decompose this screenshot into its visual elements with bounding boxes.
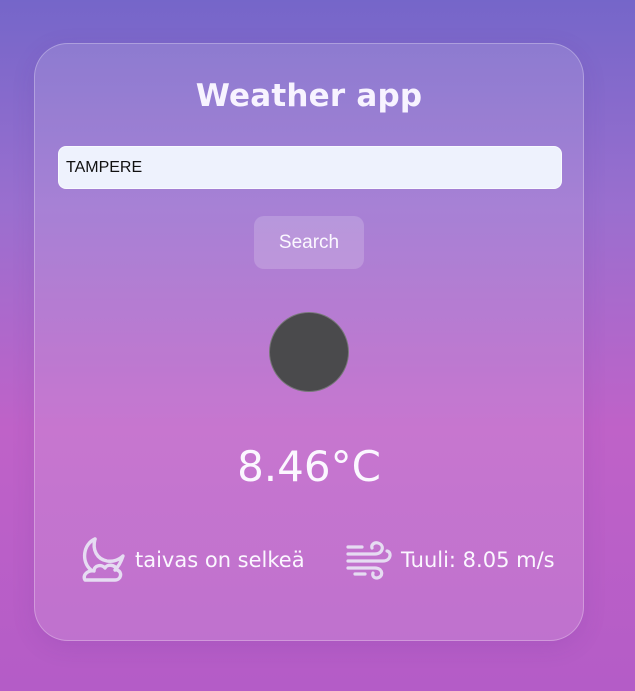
wind-icon bbox=[345, 540, 393, 580]
wind-speed-label: Tuuli: 8.05 m/s bbox=[401, 548, 555, 572]
search-button[interactable]: Search bbox=[254, 216, 364, 269]
wind-speed: Tuuli: 8.05 m/s bbox=[345, 534, 555, 586]
temperature-display: 8.46°C bbox=[237, 442, 381, 491]
weather-icon bbox=[269, 312, 349, 392]
moon-cloud-icon bbox=[75, 534, 127, 586]
app-title: Weather app bbox=[195, 78, 423, 114]
sky-condition: taivas on selkeä bbox=[75, 534, 305, 586]
weather-card: Weather app Search 8.46°C taivas on selk… bbox=[34, 43, 584, 641]
sky-condition-label: taivas on selkeä bbox=[135, 548, 305, 572]
city-search-input[interactable] bbox=[58, 146, 562, 189]
